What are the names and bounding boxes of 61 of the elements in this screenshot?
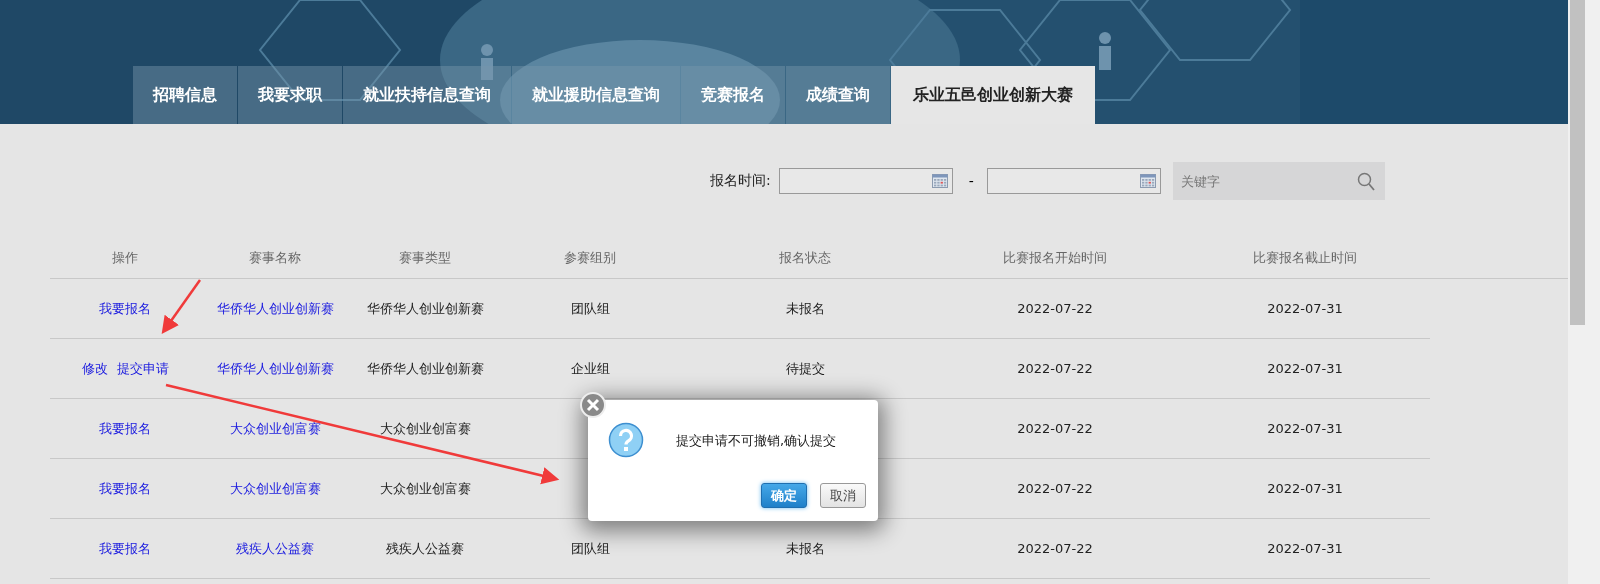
column-header: 比赛报名截止时间 <box>1252 249 1358 267</box>
nav-tab[interactable]: 成绩查询 <box>786 66 890 124</box>
start-date: 2022-07-22 <box>1016 541 1094 556</box>
contest-type: 残疾人公益赛 <box>385 539 465 558</box>
contest-name-link[interactable]: 华侨华人创业创新赛 <box>216 360 334 376</box>
arrow-annotation <box>161 279 202 335</box>
signup-status: 待提交 <box>784 359 826 378</box>
contest-type: 华侨华人创业创新赛 <box>365 359 485 378</box>
start-date: 2022-07-22 <box>1016 301 1094 316</box>
start-date: 2022-07-22 <box>1016 361 1094 376</box>
nav-tab[interactable]: 就业援助信息查询 <box>512 66 680 124</box>
column-header: 报名状态 <box>778 249 832 267</box>
contest-type: 大众创业创富赛 <box>378 479 472 498</box>
contest-name-link[interactable]: 大众创业创富赛 <box>229 480 321 496</box>
question-icon <box>608 422 644 458</box>
action-link[interactable]: 提交申请 <box>116 359 169 378</box>
action-link[interactable]: 修改 <box>81 359 108 378</box>
contest-name-link[interactable]: 残疾人公益赛 <box>236 540 314 556</box>
end-date: 2022-07-31 <box>1266 361 1344 376</box>
end-date-field[interactable] <box>986 168 1161 194</box>
action-link[interactable]: 我要报名 <box>99 539 151 558</box>
nav-tab[interactable]: 就业扶持信息查询 <box>343 66 511 124</box>
date-separator: - <box>968 173 974 189</box>
start-date-field[interactable] <box>778 168 953 194</box>
nav-tab[interactable]: 乐业五邑创业创新大赛 <box>891 66 1095 124</box>
contest-name-link[interactable]: 华侨华人创业创新赛 <box>216 300 334 316</box>
column-header: 赛事类型 <box>398 249 452 267</box>
search-icon[interactable] <box>1356 172 1375 191</box>
column-header: 参赛组别 <box>563 249 617 267</box>
calendar-icon[interactable] <box>1139 174 1156 188</box>
action-link[interactable]: 我要报名 <box>99 479 151 498</box>
dialog-message: 提交申请不可撤销,确认提交 <box>676 432 837 450</box>
search-field[interactable]: 关键字 <box>1172 162 1385 200</box>
scrollbar-thumb[interactable] <box>1570 0 1585 325</box>
contest-group: 企业组 <box>500 359 680 378</box>
signup-status: 未报名 <box>784 539 826 558</box>
nav-tab[interactable]: 招聘信息 <box>133 66 237 124</box>
action-link[interactable]: 我要报名 <box>99 419 151 438</box>
end-date: 2022-07-31 <box>1266 421 1344 436</box>
signup-status: 未报名 <box>784 299 826 318</box>
start-date: 2022-07-22 <box>1016 481 1094 496</box>
contest-name-link[interactable]: 大众创业创富赛 <box>229 420 321 436</box>
nav-tab[interactable]: 竞赛报名 <box>681 66 785 124</box>
nav-tab[interactable]: 我要求职 <box>238 66 342 124</box>
calendar-icon[interactable] <box>931 174 948 188</box>
action-link[interactable]: 我要报名 <box>99 299 151 318</box>
contest-type: 华侨华人创业创新赛 <box>365 299 485 318</box>
column-header: 赛事名称 <box>248 249 302 267</box>
contest-group: 团队组 <box>500 299 680 318</box>
date-label: 报名时间: <box>710 172 771 190</box>
end-date: 2022-07-31 <box>1266 541 1344 556</box>
close-icon[interactable] <box>580 392 606 418</box>
start-date: 2022-07-22 <box>1016 421 1094 436</box>
column-header: 操作 <box>111 249 139 267</box>
scrollbar[interactable] <box>1568 0 1600 584</box>
end-date: 2022-07-31 <box>1266 301 1344 316</box>
contest-type: 大众创业创富赛 <box>378 419 472 438</box>
cancel-button[interactable]: 取消 <box>820 483 866 508</box>
end-date: 2022-07-31 <box>1266 481 1344 496</box>
contest-group: 团队组 <box>500 539 680 558</box>
column-header: 比赛报名开始时间 <box>1002 249 1108 267</box>
